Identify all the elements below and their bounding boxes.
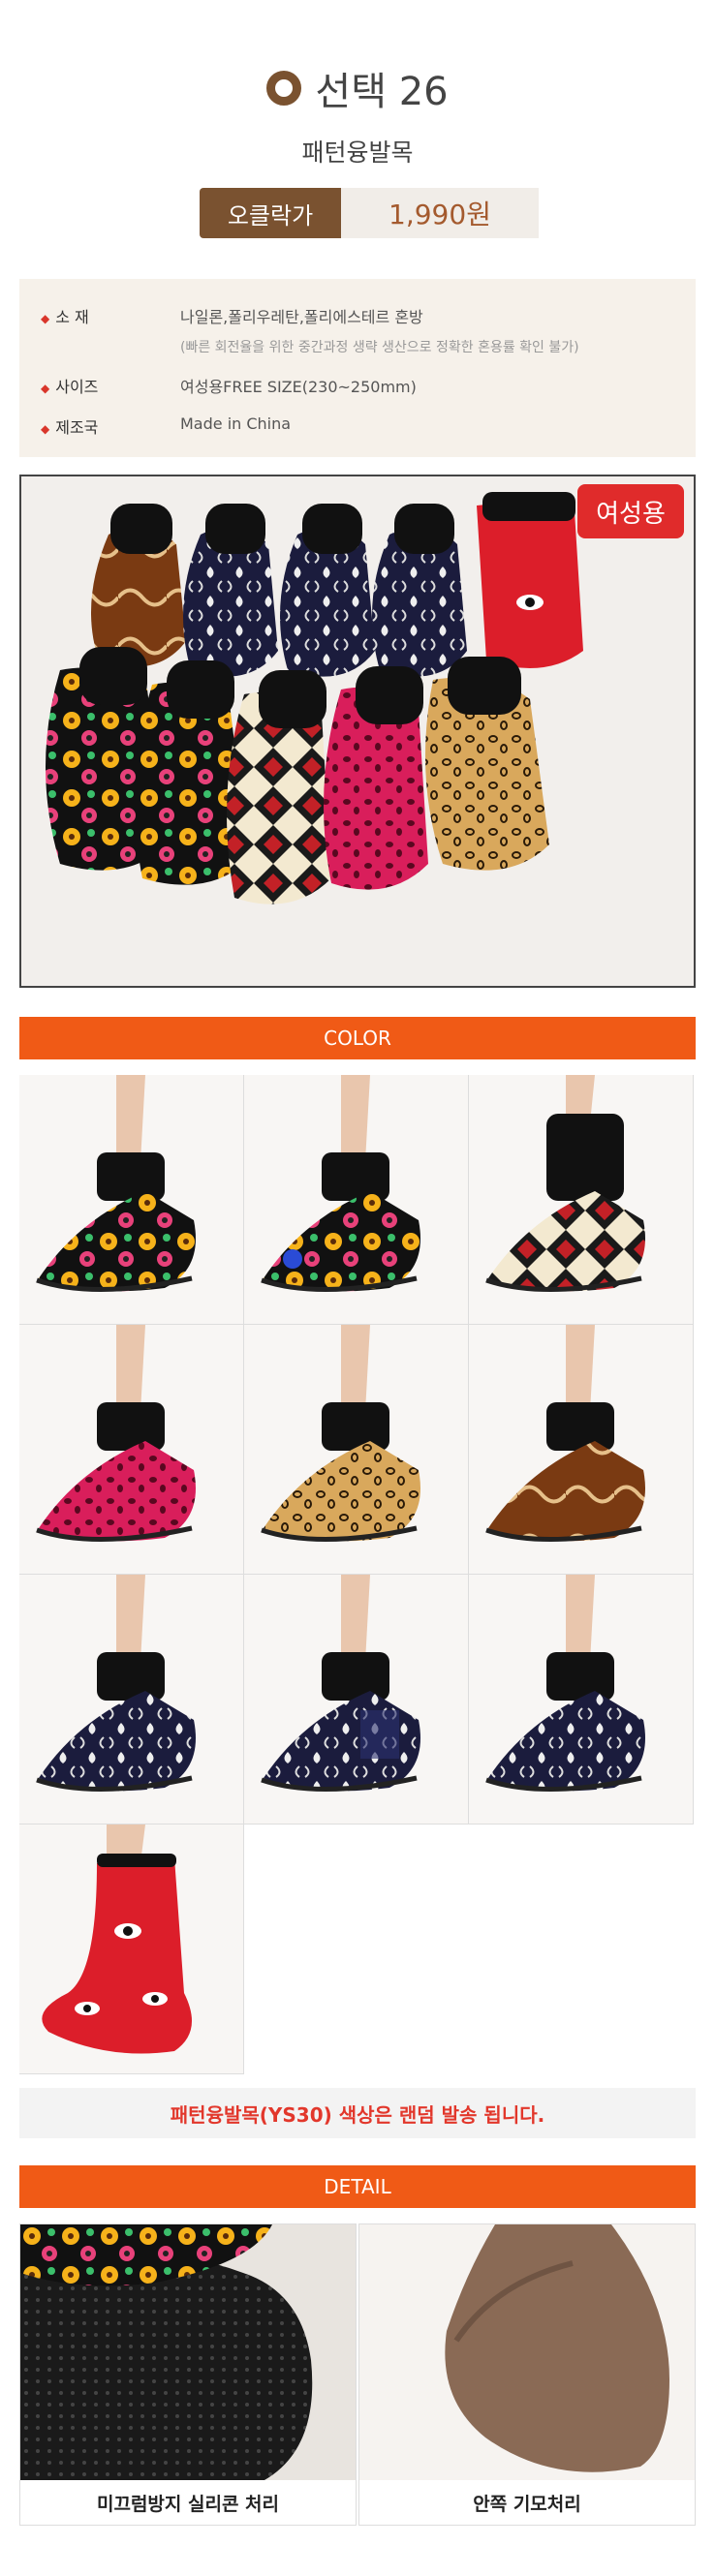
product-header: 선택 26 패턴융발목 오클락가 1,990원 <box>0 0 715 252</box>
price-box: 오클락가 1,990원 <box>200 188 539 238</box>
price-label: 오클락가 <box>200 188 341 238</box>
price-value: 1,990원 <box>341 188 539 238</box>
detail-sole: 미끄럼방지 실리콘 처리 <box>19 2223 357 2526</box>
detail-lining: 안쪽 기모처리 <box>358 2223 696 2526</box>
detail-caption: 안쪽 기모처리 <box>359 2480 695 2525</box>
info-key: ◆ 소 재 <box>41 308 89 326</box>
bullet-icon: ◆ <box>41 382 50 395</box>
color-option-harlequin[interactable] <box>469 1075 694 1325</box>
product-info-table: ◆ 소 재 나일론,폴리우레탄,폴리에스테르 혼방 (빠른 회전율을 위한 중간과… <box>19 279 696 457</box>
info-key: ◆ 제조국 <box>41 418 99 437</box>
color-option-damask-2[interactable] <box>244 1575 469 1825</box>
color-option-red-eye[interactable] <box>19 1825 244 2074</box>
color-option-damask-1[interactable] <box>19 1575 244 1825</box>
info-note: (빠른 회전율을 위한 중간과정 생략 생산으로 정확한 혼용률 확인 불가) <box>180 340 579 355</box>
info-value: 나일론,폴리우레탄,폴리에스테르 혼방 <box>180 308 423 326</box>
random-color-notice: 패턴융발목(YS30) 색상은 랜덤 발송 됩니다. <box>19 2088 696 2138</box>
product-main-photo: 여성용 <box>19 475 696 988</box>
info-value: 여성용FREE SIZE(230~250mm) <box>180 378 417 396</box>
ring-icon <box>266 71 302 106</box>
color-section-header: COLOR <box>19 1017 696 1059</box>
bullet-icon: ◆ <box>41 422 50 436</box>
color-option-leopard[interactable] <box>244 1325 469 1575</box>
color-option-pink-leopard[interactable] <box>19 1325 244 1575</box>
color-option-flower-green[interactable] <box>19 1075 244 1325</box>
product-name: 패턴융발목 <box>301 138 414 167</box>
color-option-flower-blue[interactable] <box>244 1075 469 1325</box>
option-title-text: 선택 26 <box>315 70 449 114</box>
color-option-damask-3[interactable] <box>469 1575 694 1825</box>
info-value: Made in China <box>180 414 292 433</box>
bullet-icon: ◆ <box>41 312 50 325</box>
detail-caption: 미끄럼방지 실리콘 처리 <box>20 2480 356 2525</box>
women-badge: 여성용 <box>577 484 684 538</box>
info-key: ◆ 사이즈 <box>41 378 99 396</box>
socks-group-image <box>21 476 694 986</box>
option-title: 선택 26 <box>0 60 715 116</box>
detail-section-header: DETAIL <box>19 2165 696 2208</box>
color-option-brown[interactable] <box>469 1325 694 1575</box>
